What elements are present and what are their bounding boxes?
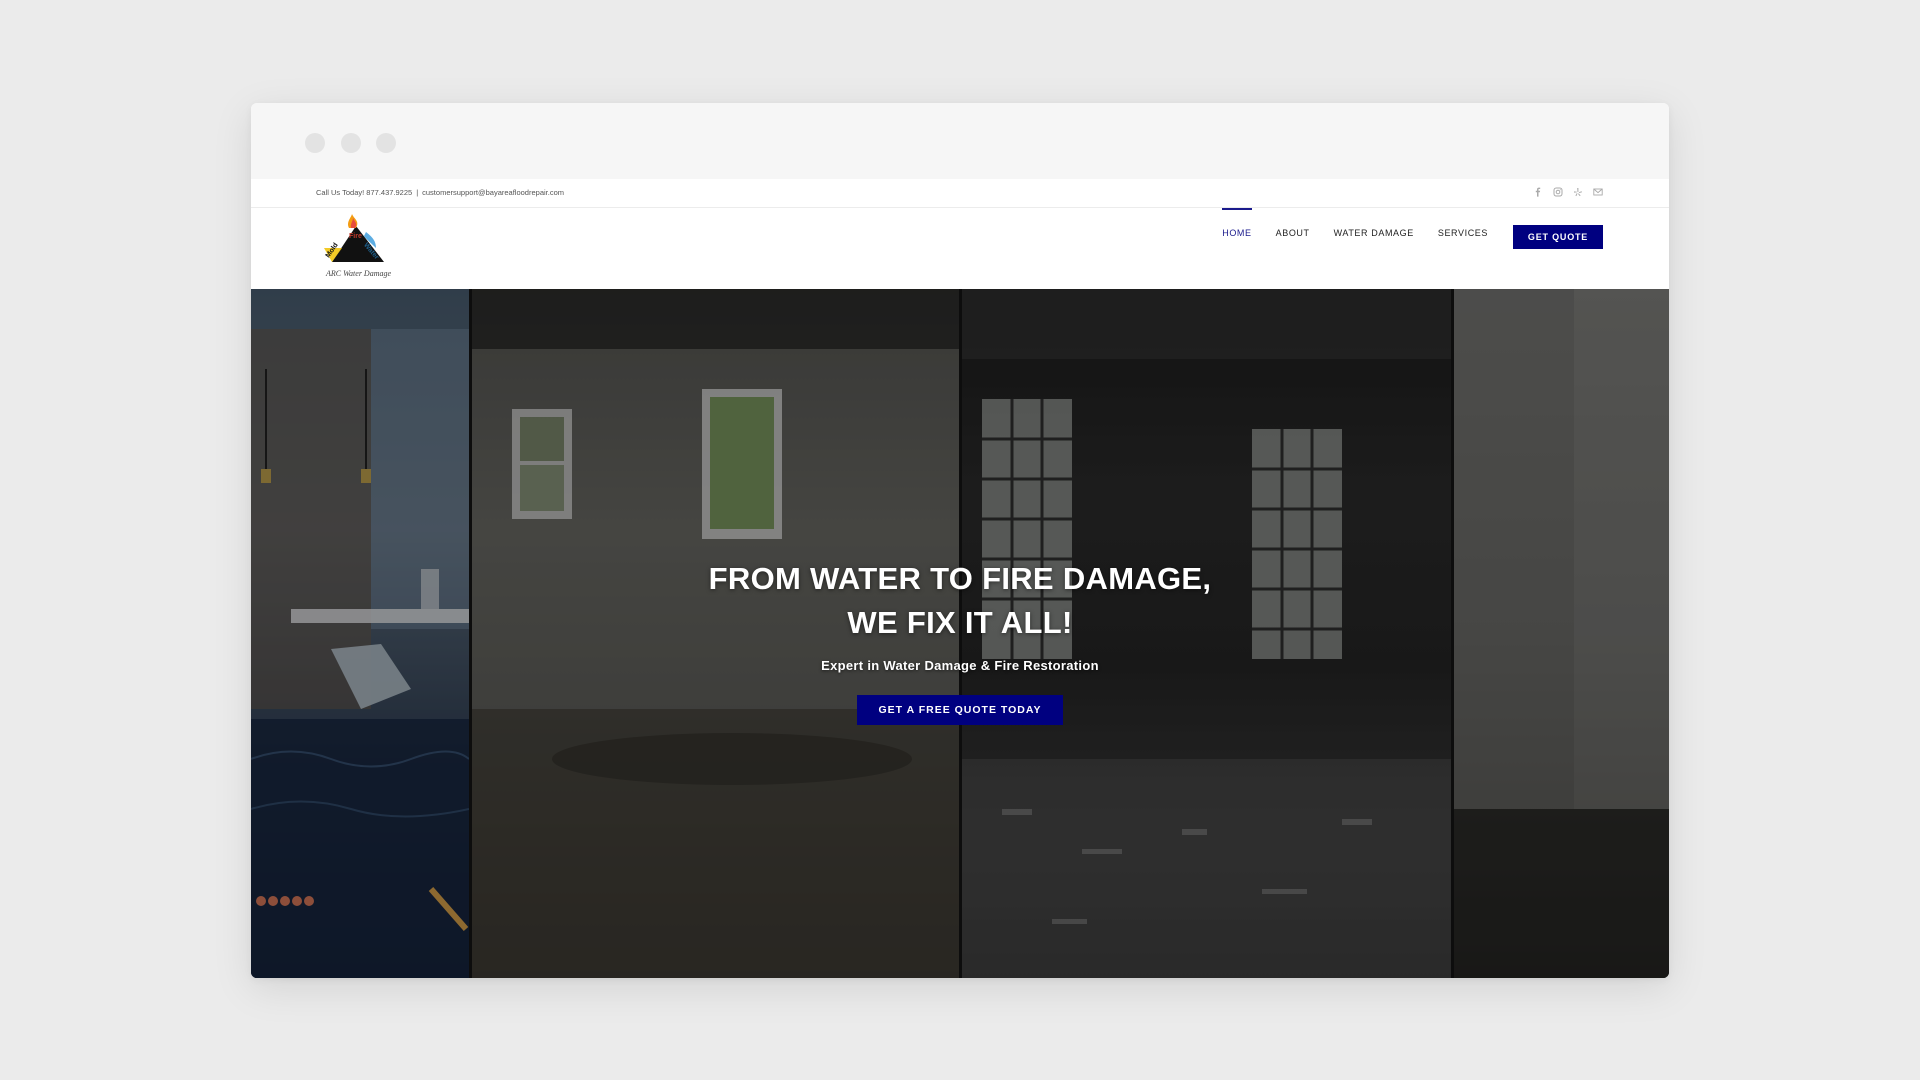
window-maximize-dot[interactable] bbox=[376, 133, 396, 153]
hero-title-line1: FROM WATER TO FIRE DAMAGE, bbox=[708, 561, 1212, 596]
logo-word-fire: Fire bbox=[349, 233, 362, 240]
window-minimize-dot[interactable] bbox=[341, 133, 361, 153]
nav-home[interactable]: HOME bbox=[1210, 208, 1263, 258]
nav-water-damage[interactable]: WATER DAMAGE bbox=[1322, 208, 1426, 258]
phone-link[interactable]: Call Us Today! 877.437.9225 bbox=[316, 188, 412, 197]
social-links bbox=[1533, 187, 1603, 197]
company-logo[interactable]: Mold Fire Water ARC Water Damage bbox=[316, 214, 406, 284]
nav-services[interactable]: SERVICES bbox=[1426, 208, 1500, 258]
hero-title-line2: WE FIX IT ALL! bbox=[847, 605, 1073, 640]
instagram-icon[interactable] bbox=[1553, 187, 1563, 197]
email-link[interactable]: customersupport@bayareafloodrepair.com bbox=[422, 188, 564, 197]
hero-title: FROM WATER TO FIRE DAMAGE, WE FIX IT ALL… bbox=[251, 557, 1669, 645]
mail-icon[interactable] bbox=[1593, 187, 1603, 197]
contact-topbar: Call Us Today! 877.437.9225 | customersupp… bbox=[251, 179, 1669, 208]
main-nav: HOME ABOUT WATER DAMAGE SERVICES GET QUO… bbox=[1210, 208, 1603, 290]
contact-separator: | bbox=[416, 188, 419, 197]
facebook-icon[interactable] bbox=[1533, 187, 1543, 197]
browser-chrome bbox=[251, 103, 1669, 179]
browser-window: Call Us Today! 877.437.9225 | customersupp… bbox=[251, 103, 1669, 978]
site-header: Mold Fire Water ARC Water Damage HOME AB… bbox=[251, 208, 1669, 290]
free-quote-button[interactable]: GET A FREE QUOTE TODAY bbox=[857, 695, 1063, 725]
hero-subtitle: Expert in Water Damage & Fire Restoratio… bbox=[821, 658, 1099, 673]
yelp-icon[interactable] bbox=[1573, 187, 1583, 197]
hero-section: FROM WATER TO FIRE DAMAGE, WE FIX IT ALL… bbox=[251, 289, 1669, 978]
hero-content: FROM WATER TO FIRE DAMAGE, WE FIX IT ALL… bbox=[251, 557, 1669, 725]
logo-text: ARC Water Damage bbox=[325, 269, 391, 278]
nav-about[interactable]: ABOUT bbox=[1264, 208, 1322, 258]
get-quote-button[interactable]: GET QUOTE bbox=[1513, 225, 1603, 249]
window-close-dot[interactable] bbox=[305, 133, 325, 153]
contact-info: Call Us Today! 877.437.9225 | customersupp… bbox=[316, 188, 564, 197]
